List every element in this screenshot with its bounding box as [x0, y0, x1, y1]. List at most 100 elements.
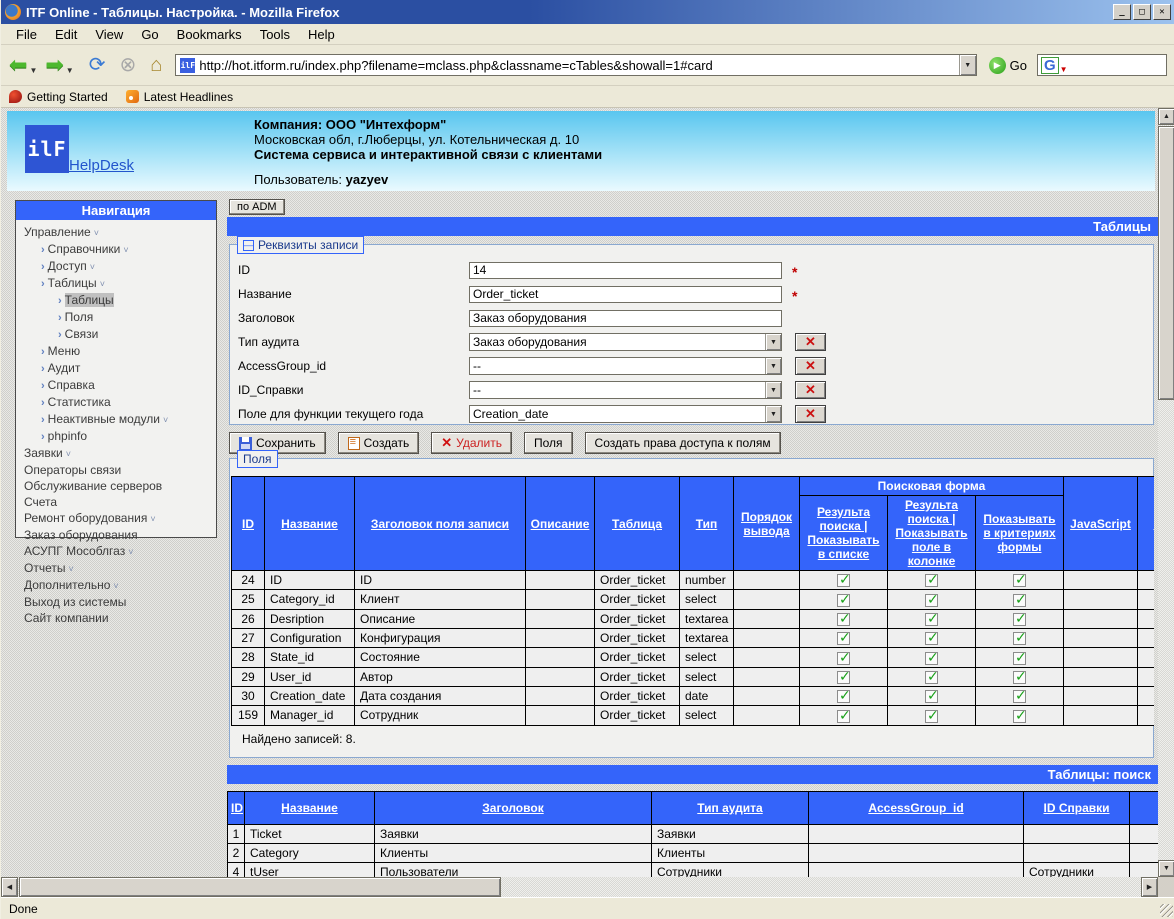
field-input[interactable]: [469, 286, 782, 303]
bookmark-getting-started[interactable]: Getting Started: [9, 90, 108, 104]
field-input[interactable]: [469, 310, 782, 327]
checked-checkbox-icon[interactable]: [925, 710, 938, 723]
action-button[interactable]: Поля: [524, 432, 573, 454]
checked-checkbox-icon[interactable]: [837, 671, 850, 684]
collapse-icon[interactable]: —: [243, 240, 254, 251]
action-button[interactable]: Создать права доступа к полям: [585, 432, 781, 454]
scroll-up-icon[interactable]: ▲: [1158, 108, 1174, 125]
back-dropdown-icon[interactable]: ▼: [29, 66, 37, 75]
nav-item[interactable]: Выход из системы: [18, 594, 216, 610]
nav-item[interactable]: ›Неактивные модули˅: [18, 411, 216, 428]
checked-checkbox-icon[interactable]: [837, 574, 850, 587]
checked-checkbox-icon[interactable]: [925, 613, 938, 626]
resize-grip[interactable]: [1160, 904, 1173, 917]
field-input[interactable]: [469, 262, 782, 279]
col-show-in-list[interactable]: Результа поиска | Показывать в списке: [800, 496, 888, 571]
expand-caret-icon[interactable]: ˅: [100, 279, 105, 289]
nav-item[interactable]: ›Статистика: [18, 394, 216, 411]
adm-tab-button[interactable]: по ADM: [229, 199, 285, 215]
stop-button[interactable]: ⊗: [119, 55, 136, 75]
maximize-button[interactable]: □: [1133, 4, 1151, 20]
col2-help[interactable]: ID Справки: [1024, 792, 1130, 825]
clear-field-button[interactable]: ✕: [795, 357, 826, 375]
checked-checkbox-icon[interactable]: [837, 632, 850, 645]
url-bar[interactable]: ilF ▼: [175, 54, 976, 76]
col-javascript[interactable]: JavaScript: [1064, 477, 1138, 571]
checked-checkbox-icon[interactable]: [925, 594, 938, 607]
expand-caret-icon[interactable]: ˅: [94, 228, 99, 238]
menu-help[interactable]: Help: [299, 25, 344, 44]
home-button[interactable]: ⌂: [150, 55, 162, 75]
dropdown-arrow-icon[interactable]: ▼: [765, 334, 781, 350]
nav-item[interactable]: Заказ оборудования: [18, 527, 216, 543]
checked-checkbox-icon[interactable]: [1013, 613, 1026, 626]
col-type[interactable]: Тип: [680, 477, 734, 571]
go-icon[interactable]: ▶: [989, 57, 1006, 74]
nav-item[interactable]: ›Таблицы: [18, 292, 216, 309]
col-order[interactable]: Порядок вывода: [734, 477, 800, 571]
action-button[interactable]: Создать: [338, 432, 420, 454]
field-select[interactable]: --▼: [469, 357, 782, 375]
expand-caret-icon[interactable]: ˅: [150, 514, 155, 524]
col-id[interactable]: ID: [232, 477, 265, 571]
dropdown-arrow-icon[interactable]: ▼: [765, 382, 781, 398]
clear-field-button[interactable]: ✕: [795, 333, 826, 351]
scroll-down-icon[interactable]: ▼: [1158, 860, 1174, 877]
forward-button[interactable]: ➡: [45, 54, 63, 76]
checked-checkbox-icon[interactable]: [925, 652, 938, 665]
expand-caret-icon[interactable]: ˅: [163, 415, 168, 425]
col-name[interactable]: Название: [265, 477, 355, 571]
checked-checkbox-icon[interactable]: [837, 613, 850, 626]
checked-checkbox-icon[interactable]: [925, 632, 938, 645]
expand-caret-icon[interactable]: ˅: [113, 581, 118, 591]
col-description[interactable]: Описание: [526, 477, 595, 571]
checked-checkbox-icon[interactable]: [837, 690, 850, 703]
nav-item[interactable]: ›Связи: [18, 326, 216, 343]
col2-accessgroup[interactable]: AccessGroup_id: [809, 792, 1024, 825]
checked-checkbox-icon[interactable]: [925, 690, 938, 703]
helpdesk-link[interactable]: HelpDesk: [69, 157, 134, 174]
checked-checkbox-icon[interactable]: [1013, 594, 1026, 607]
fields-fieldset-legend[interactable]: Поля: [237, 450, 278, 468]
nav-item[interactable]: Операторы связи: [18, 462, 216, 478]
col2-title[interactable]: Заголовок: [375, 792, 652, 825]
back-button[interactable]: ⬅: [9, 54, 27, 76]
nav-item[interactable]: Ремонт оборудования˅: [18, 510, 216, 527]
nav-item[interactable]: ›phpinfo: [18, 428, 216, 445]
expand-caret-icon[interactable]: ˅: [90, 262, 95, 272]
clear-field-button[interactable]: ✕: [795, 381, 826, 399]
col-table[interactable]: Таблица: [595, 477, 680, 571]
checked-checkbox-icon[interactable]: [925, 671, 938, 684]
scroll-left-icon[interactable]: ◀: [1, 877, 18, 897]
col2-id[interactable]: ID: [228, 792, 245, 825]
nav-item[interactable]: ›Справочники˅: [18, 241, 216, 258]
scroll-right-icon[interactable]: ▶: [1141, 877, 1158, 897]
expand-caret-icon[interactable]: ˅: [66, 449, 71, 459]
search-engine-dropdown-icon[interactable]: ▼: [1060, 65, 1068, 74]
menu-edit[interactable]: Edit: [46, 25, 86, 44]
menu-file[interactable]: File: [7, 25, 46, 44]
dropdown-arrow-icon[interactable]: ▼: [765, 406, 781, 422]
expand-caret-icon[interactable]: ˅: [68, 564, 73, 574]
expand-caret-icon[interactable]: ˅: [128, 547, 133, 557]
nav-item[interactable]: ›Справка: [18, 377, 216, 394]
field-select[interactable]: --▼: [469, 381, 782, 399]
checked-checkbox-icon[interactable]: [1013, 632, 1026, 645]
checked-checkbox-icon[interactable]: [1013, 690, 1026, 703]
go-button[interactable]: Go: [1010, 58, 1027, 73]
reload-button[interactable]: ⟳: [89, 55, 106, 75]
dropdown-arrow-icon[interactable]: ▼: [765, 358, 781, 374]
menu-bookmarks[interactable]: Bookmarks: [168, 25, 251, 44]
nav-item[interactable]: ›Таблицы˅: [18, 275, 216, 292]
forward-dropdown-icon[interactable]: ▼: [66, 66, 74, 75]
nav-item[interactable]: ›Меню: [18, 343, 216, 360]
horizontal-scroll-thumb[interactable]: [19, 877, 501, 897]
checked-checkbox-icon[interactable]: [837, 594, 850, 607]
action-button[interactable]: ✕Удалить: [431, 432, 512, 454]
horizontal-scrollbar[interactable]: ◀ ▶: [1, 877, 1158, 897]
minimize-button[interactable]: _: [1113, 4, 1131, 20]
checked-checkbox-icon[interactable]: [837, 652, 850, 665]
nav-item[interactable]: Управление˅: [18, 224, 216, 241]
search-box[interactable]: G ▼: [1037, 54, 1167, 76]
nav-item[interactable]: Сайт компании: [18, 610, 216, 626]
